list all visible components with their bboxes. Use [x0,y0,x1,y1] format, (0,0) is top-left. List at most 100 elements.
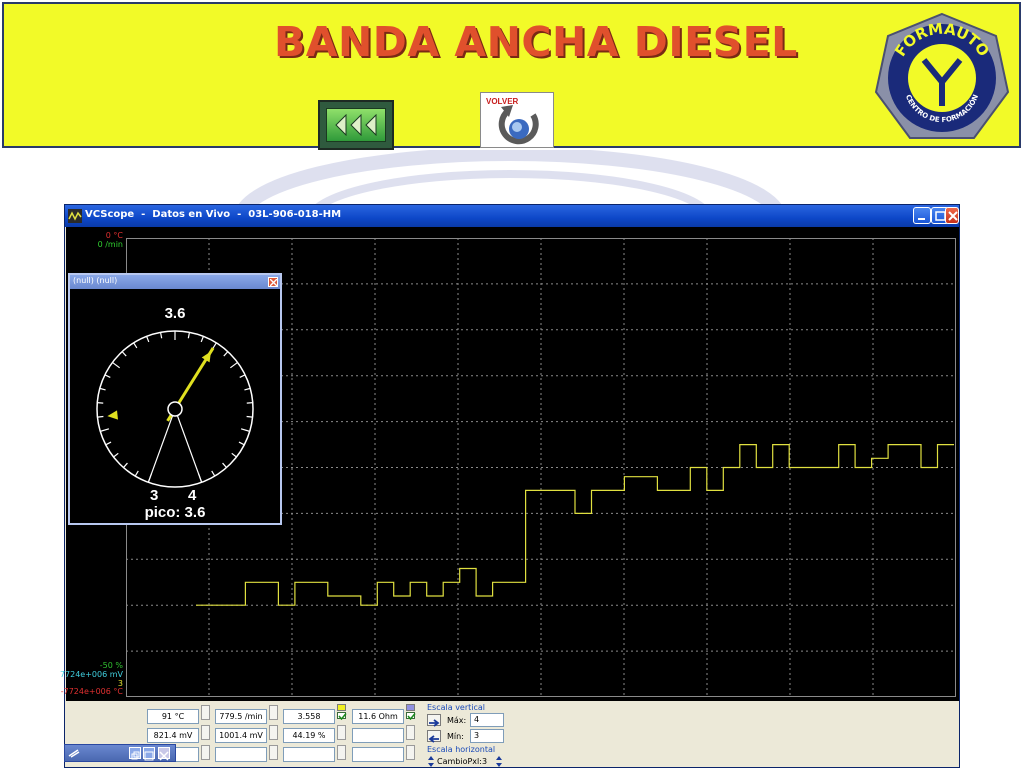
dial-tick [97,415,104,418]
scale-right-button[interactable] [427,714,441,727]
dial-tick [113,452,119,458]
dial-limit-line [147,408,176,483]
close-icon [159,751,169,761]
arrow-left-icon [428,735,439,743]
maximize-icon [144,751,154,761]
reading-field: 1001.4 mV [215,728,267,743]
back-button[interactable] [318,100,394,150]
minimize-icon [918,218,925,220]
close-button[interactable] [158,747,170,761]
check-icon [407,713,416,720]
dial-marker [107,410,118,420]
axis-top-label: 0 °C [105,231,123,240]
dial-tick [104,374,111,378]
page-title: BANDA ANCHA DIESEL [274,18,798,66]
spin-button[interactable] [406,745,415,760]
spin-button[interactable] [269,725,278,740]
formauto-logo: FORMAUTO CENTRO DE FORMACIÓN [874,12,1010,139]
dial-tick [134,470,139,477]
axis-bottom-label: 7724e+006 mV [59,670,123,679]
spin-button[interactable] [337,725,346,740]
spin-button[interactable] [201,705,210,720]
return-arrow-icon [498,105,539,145]
minimized-window[interactable] [64,744,176,762]
vcscope-window: VCScope - Datos en Vivo - 03L-906-018-HM… [60,204,960,768]
dial-tick [146,336,150,343]
gauge-title: (null) (null) [73,276,118,285]
volver-button[interactable]: VOLVER [480,92,554,148]
dial-tick [212,342,217,349]
trace-checkbox[interactable] [406,712,416,720]
dial-tick [238,441,245,446]
restore-icon [131,751,140,760]
spin-up-down-icon[interactable] [495,756,503,767]
gauge-window[interactable]: (null) (null) 3.6 3 4 pico: 3.6 [68,273,282,525]
window-titlebar[interactable]: VCScope - Datos en Vivo - 03L-906-018-HM [65,205,959,227]
reading-field: 91 °C [147,709,199,724]
axis-bottom-label: -50 % [99,661,123,670]
spin-button[interactable] [337,745,346,760]
dial-tick [112,361,121,369]
scale-max-input[interactable]: 4 [470,713,504,727]
minimize-button[interactable] [913,207,931,224]
arrow-right-icon [429,719,440,727]
spin-button[interactable] [269,705,278,720]
control-panel: 91 °C 779.5 /min 3.558 11.6 Ohm 821.4 mV… [65,701,959,767]
dial-tick [200,336,204,343]
dial-tick [223,351,229,357]
dial-tick [100,428,110,432]
dial-tick [121,351,127,357]
app-icon [68,209,82,223]
axis-bottom-label: -7724e+006 °C [60,687,123,696]
dial-tick [222,462,227,468]
trace-color-swatch[interactable] [406,704,415,711]
gauge-hub [167,401,183,417]
gauge-max-label: 4 [188,487,197,504]
dial-tick [246,415,253,418]
restore-button[interactable] [129,747,141,760]
check-icon [338,713,347,720]
scale-left-button[interactable] [427,730,441,743]
escala-horizontal-label: Escala horizontal [427,745,496,754]
min-label: Mín: [447,732,464,741]
maximize-button[interactable] [143,747,155,761]
dial-tick [159,332,163,339]
scale-min-input[interactable]: 3 [470,729,504,743]
gauge-titlebar[interactable]: (null) (null) [70,275,280,289]
dial-tick [211,470,216,477]
gauge-peak-label: pico: 3.6 [144,504,206,521]
dial-tick [99,387,106,391]
gauge-close-button[interactable] [268,277,278,287]
signal-trace [196,444,954,606]
reading-field: 11.6 Ohm [352,709,404,724]
spin-button[interactable] [201,725,210,740]
reading-field: 821.4 mV [147,728,199,743]
spin-up-down-icon[interactable] [427,756,435,767]
dial-tick [187,332,191,339]
trace-checkbox[interactable] [337,712,347,720]
spin-button[interactable] [201,745,210,760]
reading-field: 3.558 [283,709,335,724]
dial-tick [244,387,251,391]
window-icon [68,749,80,758]
escala-vertical-label: Escala vertical [427,703,486,712]
dial-tick [231,452,237,458]
close-icon [270,279,277,286]
close-button[interactable] [945,207,959,224]
close-icon [948,211,958,221]
dial-tick [133,342,138,349]
scope-display[interactable]: 0 °C 0 /min -50 % 7724e+006 mV 3 -7724e+… [60,227,959,701]
spin-button[interactable] [406,725,415,740]
gauge-dial [96,330,254,488]
window-title: VCScope - Datos en Vivo - 03L-906-018-HM [85,209,342,220]
dial-limit-line [174,408,203,483]
dial-tick [229,361,238,369]
reading-field [352,747,404,762]
spin-button[interactable] [269,745,278,760]
header-banner: BANDA ANCHA DIESEL VOLVER FORMAUTO CENTR… [2,2,1021,150]
triple-left-arrow-icon [326,108,386,142]
axis-top-label: 0 /min [97,240,123,249]
gauge-value: 3.6 [164,305,186,322]
reading-field [283,747,335,762]
trace-color-swatch[interactable] [337,704,346,711]
